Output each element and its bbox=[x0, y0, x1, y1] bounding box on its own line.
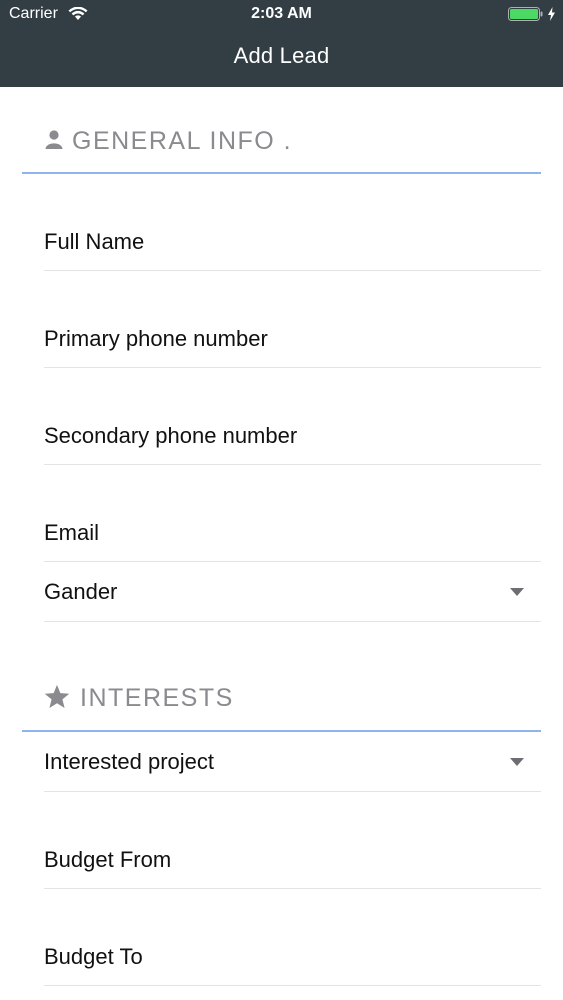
primary-phone-field[interactable]: Primary phone number bbox=[44, 271, 541, 368]
chevron-down-icon bbox=[510, 758, 524, 766]
section-general-info: GENERAL INFO . bbox=[22, 87, 541, 174]
section-interests-label: INTERESTS bbox=[80, 684, 234, 712]
interested-project-label: Interested project bbox=[44, 749, 214, 774]
section-interests: INTERESTS bbox=[22, 622, 541, 732]
chevron-down-icon bbox=[510, 588, 524, 596]
status-bar: Carrier 2:03 AM bbox=[0, 0, 563, 30]
budget-to-field[interactable]: Budget To bbox=[44, 889, 541, 986]
battery-icon bbox=[508, 7, 543, 21]
budget-from-field[interactable]: Budget From bbox=[44, 792, 541, 889]
secondary-phone-label: Secondary phone number bbox=[44, 423, 298, 448]
email-label: Email bbox=[44, 520, 100, 545]
person-icon bbox=[45, 130, 63, 149]
gender-select[interactable]: Gander bbox=[44, 562, 541, 622]
full-name-label: Full Name bbox=[44, 229, 145, 254]
full-name-field[interactable]: Full Name bbox=[44, 174, 541, 271]
page-title: Add Lead bbox=[233, 43, 330, 68]
gender-label: Gander bbox=[44, 579, 118, 604]
primary-phone-label: Primary phone number bbox=[44, 326, 268, 351]
budget-from-label: Budget From bbox=[44, 847, 172, 872]
budget-to-label: Budget To bbox=[44, 944, 143, 969]
section-general-label: GENERAL INFO . bbox=[72, 127, 293, 155]
nav-header: Carrier 2:03 AM Add Lead bbox=[0, 0, 563, 87]
star-icon bbox=[44, 684, 70, 709]
clock: 2:03 AM bbox=[251, 5, 312, 22]
secondary-phone-field[interactable]: Secondary phone number bbox=[44, 368, 541, 465]
email-field[interactable]: Email bbox=[44, 465, 541, 562]
interested-project-select[interactable]: Interested project bbox=[44, 732, 541, 792]
charging-bolt-icon bbox=[548, 7, 555, 21]
